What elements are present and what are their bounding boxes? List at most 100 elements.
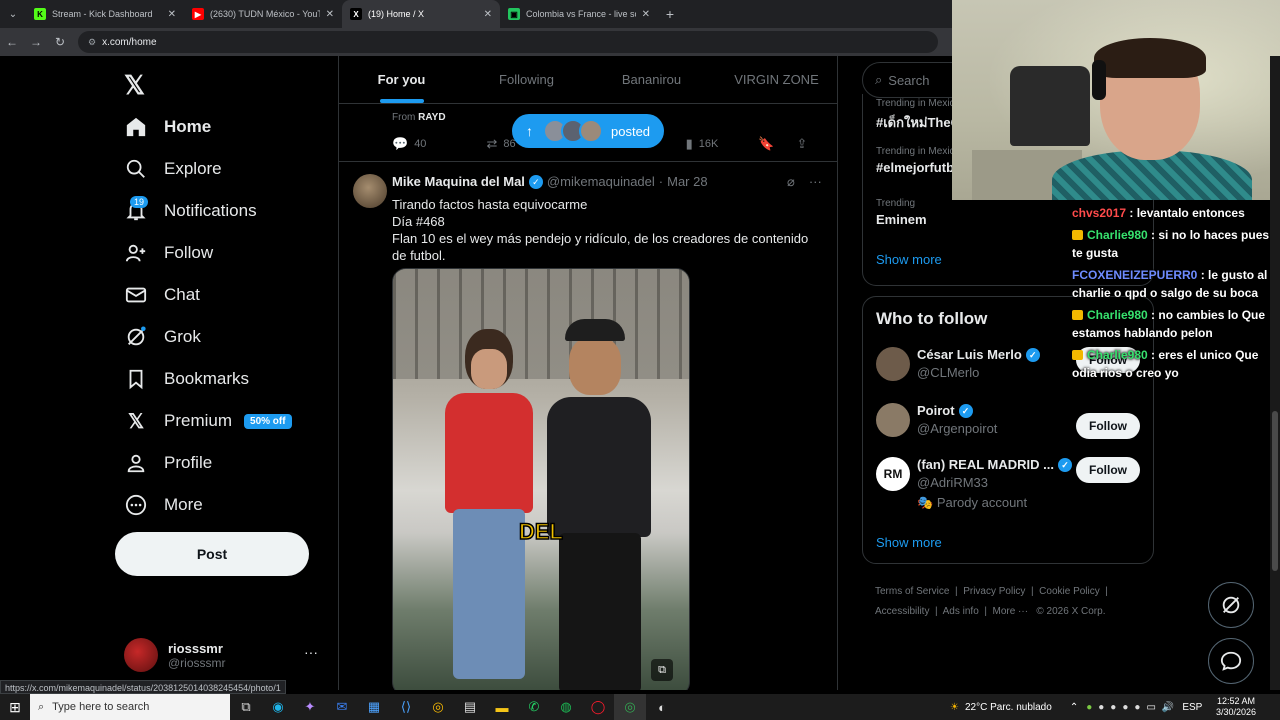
weather-text[interactable]: 22°C Parc. nublado bbox=[965, 702, 1052, 713]
reload-icon[interactable]: ↻ bbox=[48, 35, 72, 49]
footer-link[interactable]: Ads info bbox=[943, 606, 979, 617]
windows-start-icon[interactable]: ⊞ bbox=[0, 699, 30, 716]
footer-link[interactable]: Terms of Service bbox=[875, 586, 949, 597]
x-logo-icon[interactable]: 𝕏 bbox=[124, 70, 145, 101]
sidebar-item-profile[interactable]: Profile bbox=[124, 445, 212, 481]
page-scrollbar[interactable] bbox=[1270, 56, 1280, 690]
footer-link[interactable]: More ··· bbox=[993, 606, 1029, 617]
more-icon[interactable]: ··· bbox=[304, 644, 318, 660]
network-icon[interactable]: ▭ bbox=[1146, 702, 1155, 713]
share-button[interactable]: ⇪ bbox=[797, 136, 814, 152]
parody-label: 🎭 Parody account bbox=[917, 495, 1027, 511]
post-button[interactable]: Post bbox=[115, 532, 309, 576]
tray-icon[interactable]: ● bbox=[1098, 702, 1104, 713]
url-field[interactable]: ⚙ x.com/home bbox=[78, 31, 938, 53]
alt-icon[interactable]: ⧉ bbox=[651, 659, 673, 681]
bookmark-button[interactable]: 🔖 bbox=[758, 136, 780, 152]
site-info-icon[interactable]: ⚙ bbox=[88, 37, 96, 48]
edge-icon[interactable]: ◉ bbox=[262, 694, 294, 720]
messages-float-button[interactable] bbox=[1208, 638, 1254, 684]
sidebar-item-chat[interactable]: Chat bbox=[124, 277, 200, 313]
sidebar-item-follow[interactable]: Follow bbox=[124, 235, 213, 271]
sidebar-item-grok[interactable]: Grok bbox=[124, 319, 201, 355]
sidebar-item-bookmarks[interactable]: Bookmarks bbox=[124, 361, 249, 397]
separator-dot: · bbox=[658, 174, 664, 189]
tray-icon[interactable]: ● bbox=[1122, 702, 1128, 713]
copilot-icon[interactable]: ✦ bbox=[294, 694, 326, 720]
mail-icon bbox=[124, 283, 148, 307]
reply-button[interactable]: 💬 40 bbox=[392, 136, 426, 152]
close-icon[interactable]: ✕ bbox=[484, 9, 492, 20]
forward-icon[interactable]: → bbox=[24, 35, 48, 49]
avatar[interactable] bbox=[353, 174, 387, 208]
author-name[interactable]: Mike Maquina del Mal bbox=[392, 174, 525, 189]
volume-icon[interactable]: 🔊 bbox=[1162, 702, 1174, 713]
obs-icon[interactable]: ◐ bbox=[646, 694, 678, 720]
new-posts-pill[interactable]: ↑ posted bbox=[512, 114, 664, 148]
sidebar-item-home[interactable]: Home bbox=[124, 109, 211, 145]
author-handle[interactable]: @mikemaquinadel bbox=[547, 174, 655, 189]
tray-icon[interactable]: ● bbox=[1134, 702, 1140, 713]
store-icon[interactable]: ▦ bbox=[358, 694, 390, 720]
sidebar-item-more[interactable]: More bbox=[124, 487, 203, 523]
browser-tab-x[interactable]: X (19) Home / X ✕ bbox=[342, 0, 500, 28]
footer-link[interactable]: Privacy Policy bbox=[963, 586, 1025, 597]
tray-icon[interactable]: ● bbox=[1110, 702, 1116, 713]
close-icon[interactable]: ✕ bbox=[168, 9, 176, 20]
tab-bananirou[interactable]: Bananirou bbox=[589, 56, 714, 103]
chrome-icon[interactable]: ◎ bbox=[422, 694, 454, 720]
outlook-icon[interactable]: ✉ bbox=[326, 694, 358, 720]
new-tab-button[interactable]: + bbox=[658, 6, 682, 22]
tab-virgin-zone[interactable]: VIRGIN ZONE bbox=[714, 56, 837, 103]
grok-float-button[interactable] bbox=[1208, 582, 1254, 628]
tweet-media-image[interactable]: DEL ⧉ bbox=[392, 268, 690, 690]
retweet-button[interactable]: ⇄ 86 bbox=[486, 136, 515, 152]
browser-tab-livescore[interactable]: ▣ Colombia vs France - live score ✕ bbox=[500, 0, 658, 28]
grok-icon[interactable]: ⌀ bbox=[787, 174, 795, 190]
browser-tab-youtube[interactable]: ▶ (2630) TUDN México - YouTube ✕ bbox=[184, 0, 342, 28]
close-icon[interactable]: ✕ bbox=[642, 9, 650, 20]
scrollbar-thumb[interactable] bbox=[1272, 411, 1278, 571]
follow-button[interactable]: Follow bbox=[1076, 457, 1140, 483]
trend-title: Eminem bbox=[876, 212, 927, 227]
from-name[interactable]: RAYD bbox=[418, 112, 445, 123]
tray-icon[interactable]: ● bbox=[1086, 702, 1092, 713]
trends-show-more-link[interactable]: Show more bbox=[876, 252, 942, 267]
avatar[interactable] bbox=[876, 347, 910, 381]
notification-count-badge: 19 bbox=[130, 196, 149, 208]
face bbox=[569, 337, 621, 395]
task-view-icon[interactable]: ⧉ bbox=[230, 694, 262, 720]
who-to-follow-show-more-link[interactable]: Show more bbox=[876, 535, 942, 550]
whatsapp-icon[interactable]: ✆ bbox=[518, 694, 550, 720]
follow-suggestion[interactable]: RM (fan) REAL MADRID ... ✓ @AdriRM33 🎭 Pa… bbox=[876, 457, 1144, 517]
tab-search-icon[interactable]: ⌄ bbox=[0, 0, 26, 28]
views-button[interactable]: ▮ 16K bbox=[686, 136, 719, 152]
opera-icon[interactable]: ◯ bbox=[582, 694, 614, 720]
tab-following[interactable]: Following bbox=[464, 56, 589, 103]
avatar bbox=[124, 638, 158, 672]
spotify-icon[interactable]: ◍ bbox=[550, 694, 582, 720]
streamer-hair bbox=[1094, 38, 1206, 78]
tray-arrow-icon[interactable]: ⌃ bbox=[1070, 702, 1078, 713]
footer-link[interactable]: Cookie Policy bbox=[1039, 586, 1100, 597]
footer-link[interactable]: Accessibility bbox=[875, 606, 929, 617]
chrome-active-icon[interactable]: ◎ bbox=[614, 694, 646, 720]
tweet[interactable]: Mike Maquina del Mal ✓ @mikemaquinadel ·… bbox=[339, 162, 837, 690]
vscode-icon[interactable]: ⟨⟩ bbox=[390, 694, 422, 720]
notes-icon[interactable]: ▤ bbox=[454, 694, 486, 720]
sidebar-item-explore[interactable]: Explore bbox=[124, 151, 222, 187]
trend-item[interactable]: Trending Eminem bbox=[876, 198, 927, 227]
avatar[interactable]: RM bbox=[876, 457, 910, 491]
taskbar-clock[interactable]: 12:52 AM 3/30/2026 bbox=[1196, 696, 1276, 718]
avatar[interactable] bbox=[876, 403, 910, 437]
more-icon[interactable]: ··· bbox=[809, 174, 822, 190]
tab-for-you[interactable]: For you bbox=[339, 56, 464, 103]
browser-tab-kick[interactable]: K Stream - Kick Dashboard ✕ bbox=[26, 0, 184, 28]
sidebar-item-premium[interactable]: 𝕏 Premium 50% off bbox=[124, 403, 292, 439]
taskbar-search-input[interactable]: ⌕ Type here to search bbox=[30, 694, 230, 720]
close-icon[interactable]: ✕ bbox=[326, 9, 334, 20]
tweet-date[interactable]: Mar 28 bbox=[667, 174, 707, 189]
back-icon[interactable]: ← bbox=[0, 35, 24, 49]
account-switcher[interactable]: riosssmr @riosssmr ··· bbox=[124, 638, 318, 672]
file-explorer-icon[interactable]: ▬ bbox=[486, 694, 518, 720]
